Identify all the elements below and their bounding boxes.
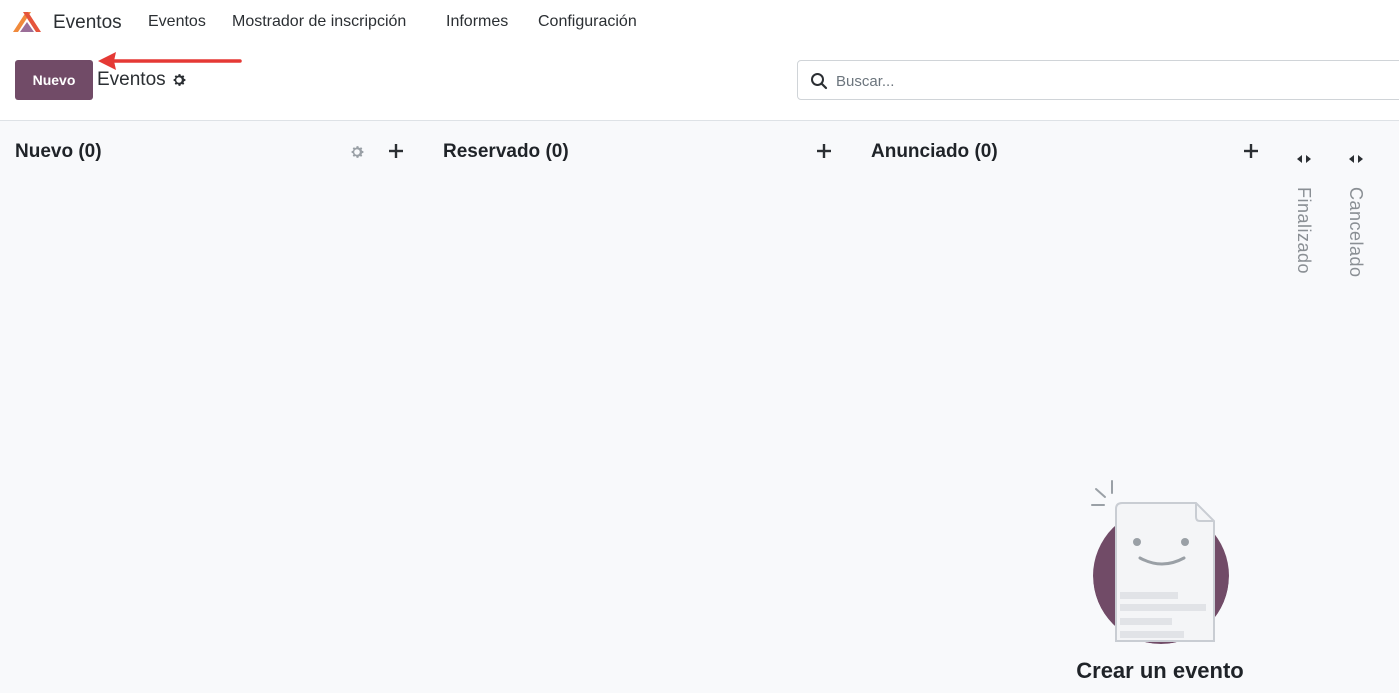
search-icon[interactable] [810,72,828,90]
folded-column-cancelado[interactable]: Cancelado [1341,151,1371,291]
search-input[interactable] [836,69,1376,93]
top-navbar: Eventos Eventos Mostrador de inscripción… [0,0,1399,44]
add-card-reservado-plus-icon[interactable] [816,143,832,159]
breadcrumb-title: Eventos [97,69,166,90]
column-title-nuevo: Nuevo (0) [15,141,102,162]
column-gear-icon[interactable] [349,144,365,160]
kanban-board: Nuevo (0) Reservado (0) Anunciado (0) Fi… [0,121,1399,693]
expand-arrows-icon [1297,155,1311,163]
menu-mostrador-de-inscripcion[interactable]: Mostrador de inscripción [232,13,406,31]
menu-informes[interactable]: Informes [446,13,508,31]
folded-column-label: Cancelado [1346,187,1366,278]
add-card-nuevo-plus-icon[interactable] [388,143,404,159]
folded-column-finalizado[interactable]: Finalizado [1289,151,1319,291]
smiling-document-illustration-icon [1091,480,1229,649]
eventos-app-logo-icon[interactable] [10,10,44,34]
column-title-anunciado: Anunciado (0) [871,141,998,162]
empty-state-title: Crear un evento [1076,658,1244,683]
app-name[interactable]: Eventos [53,12,122,34]
search-box [797,60,1399,100]
menu-eventos[interactable]: Eventos [148,13,206,31]
folded-column-label: Finalizado [1294,187,1314,275]
menu-configuracion[interactable]: Configuración [538,13,637,31]
column-title-reservado: Reservado (0) [443,141,569,162]
annotation-arrow-icon [98,52,242,70]
gear-icon[interactable] [171,72,187,88]
new-button[interactable]: Nuevo [15,60,93,100]
add-card-anunciado-plus-icon[interactable] [1243,143,1259,159]
control-panel: Nuevo Eventos [0,44,1399,121]
expand-arrows-icon [1349,155,1363,163]
